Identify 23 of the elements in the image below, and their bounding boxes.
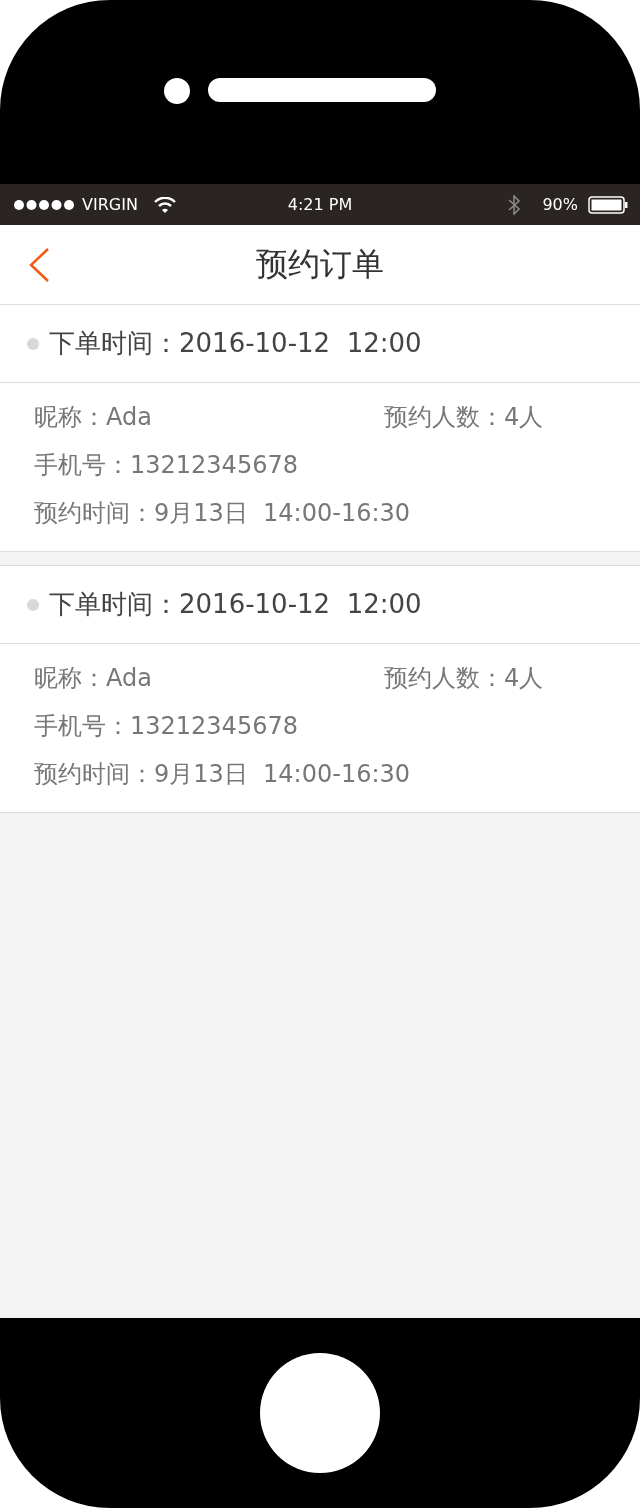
carrier-label: VIRGIN — [82, 195, 138, 214]
phone-text: 手机号：13212345678 — [34, 450, 298, 481]
bullet-icon — [27, 337, 39, 350]
order-time: 下单时间：2016-10-12 12:00 — [49, 327, 422, 360]
bullet-icon — [27, 598, 39, 611]
order-time: 下单时间：2016-10-12 12:00 — [49, 588, 422, 621]
camera-icon — [164, 78, 190, 104]
phone-text: 手机号：13212345678 — [34, 711, 298, 742]
nickname-text: 昵称：Ada — [34, 663, 153, 694]
party-size-text: 预约人数：4人 — [384, 402, 544, 433]
bluetooth-icon — [508, 194, 521, 215]
clock-label: 4:21 PM — [287, 195, 353, 214]
wifi-icon — [153, 196, 176, 213]
speaker-icon — [208, 78, 436, 102]
signal-icon — [14, 199, 74, 210]
page-title: 预约订单 — [256, 244, 384, 283]
battery-percent: 90% — [542, 195, 578, 214]
back-icon[interactable] — [28, 247, 50, 282]
party-size-text: 预约人数：4人 — [384, 663, 544, 694]
booking-time-text: 预约时间：9月13日 14:00-16:30 — [34, 759, 411, 790]
battery-icon — [588, 195, 628, 214]
booking-time-text: 预约时间：9月13日 14:00-16:30 — [34, 498, 411, 529]
nickname-text: 昵称：Ada — [34, 402, 153, 433]
